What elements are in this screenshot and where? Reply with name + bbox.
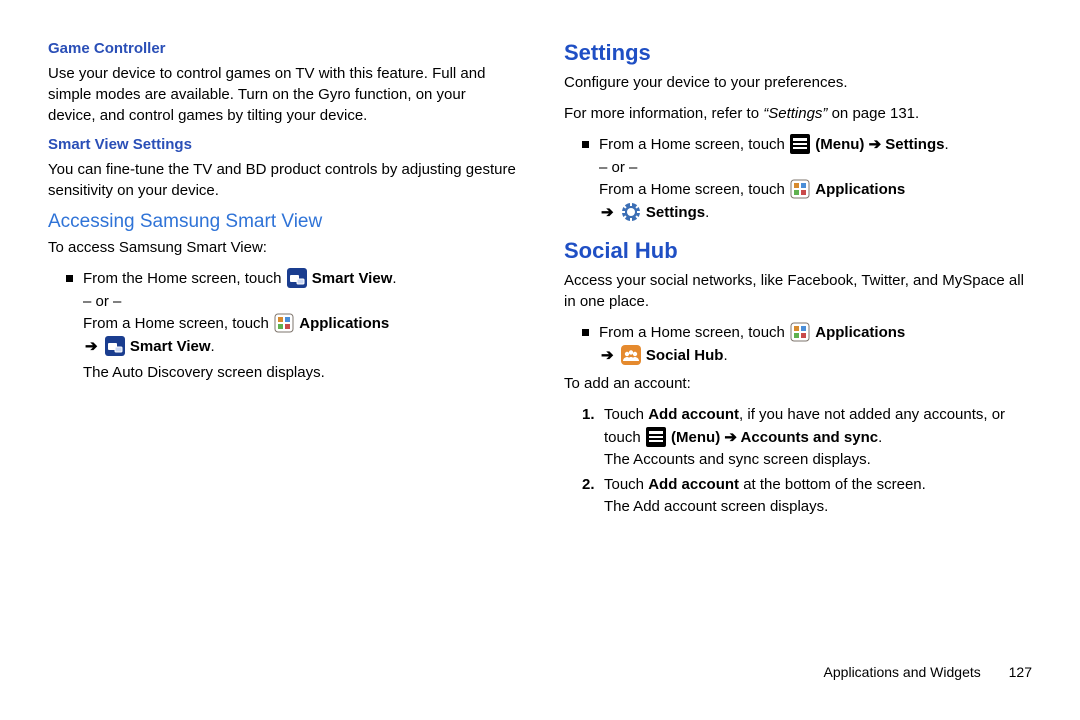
step-2: 2. Touch Add account at the bottom of th… xyxy=(564,474,1032,519)
menu-icon xyxy=(646,427,666,447)
bold-text: Add account xyxy=(648,476,739,493)
bold-text: Applications xyxy=(299,315,389,332)
applications-icon xyxy=(274,313,294,333)
or-text: – or – xyxy=(599,157,949,180)
text-access-intro: To access Samsung Smart View: xyxy=(48,237,516,258)
text-add-intro: To add an account: xyxy=(564,373,1032,394)
text: From a Home screen, touch xyxy=(599,181,789,198)
bullet-smartview-1: From the Home screen, touch Smart View. … xyxy=(48,268,516,385)
text: Touch xyxy=(604,476,648,493)
text-settings-2: For more information, refer to “Settings… xyxy=(564,103,1032,124)
bold-text: Social Hub xyxy=(646,347,724,364)
text: Touch xyxy=(604,406,648,423)
left-column: Game Controller Use your device to contr… xyxy=(48,40,516,680)
italic-text: “Settings” xyxy=(763,105,831,122)
text: on page 131. xyxy=(832,105,920,122)
text-game-controller: Use your device to control games on TV w… xyxy=(48,63,516,126)
text: The Auto Discovery screen displays. xyxy=(83,362,397,385)
text-social-body: Access your social networks, like Facebo… xyxy=(564,270,1032,312)
bold-text: (Menu) ➔ Settings xyxy=(815,136,944,153)
bullet-social-1: From a Home screen, touch Applications S… xyxy=(564,322,1032,367)
applications-icon xyxy=(790,179,810,199)
step-number: 1. xyxy=(582,404,604,472)
heading-smart-view-settings: Smart View Settings xyxy=(48,136,516,153)
arrow-icon xyxy=(599,347,616,364)
page-footer: Applications and Widgets 127 xyxy=(824,664,1032,680)
bold-text: Applications xyxy=(815,181,905,198)
heading-accessing-smart-view: Accessing Samsung Smart View xyxy=(48,211,516,233)
text-smart-view-settings: You can fine-tune the TV and BD product … xyxy=(48,159,516,201)
text: at the bottom of the screen. xyxy=(739,476,926,493)
heading-social-hub: Social Hub xyxy=(564,238,1032,264)
text: From a Home screen, touch xyxy=(83,315,273,332)
arrow-icon xyxy=(599,204,616,221)
text: For more information, refer to xyxy=(564,105,763,122)
arrow-icon xyxy=(83,338,100,355)
social-hub-icon xyxy=(621,345,641,365)
text: The Add account screen displays. xyxy=(604,496,926,519)
heading-game-controller: Game Controller xyxy=(48,40,516,57)
footer-page-number: 127 xyxy=(1009,664,1032,680)
right-column: Settings Configure your device to your p… xyxy=(564,40,1032,680)
smartview-icon xyxy=(287,268,307,288)
text: From a Home screen, touch xyxy=(599,324,789,341)
menu-icon xyxy=(790,134,810,154)
bold-text: (Menu) ➔ Accounts and sync xyxy=(671,429,878,446)
bold-text: Applications xyxy=(815,324,905,341)
step-number: 2. xyxy=(582,474,604,519)
bold-text: Smart View xyxy=(130,338,211,355)
applications-icon xyxy=(790,322,810,342)
settings-gear-icon xyxy=(621,202,641,222)
or-text: – or – xyxy=(83,291,397,314)
bold-text: Settings xyxy=(646,204,705,221)
text: The Accounts and sync screen displays. xyxy=(604,449,1032,472)
bold-text: Smart View xyxy=(312,270,393,287)
text: From a Home screen, touch xyxy=(599,136,789,153)
text-settings-1: Configure your device to your preference… xyxy=(564,72,1032,93)
bold-text: Add account xyxy=(648,406,739,423)
step-1: 1. Touch Add account, if you have not ad… xyxy=(564,404,1032,472)
text: From the Home screen, touch xyxy=(83,270,286,287)
smartview-icon xyxy=(105,336,125,356)
heading-settings: Settings xyxy=(564,40,1032,66)
footer-section: Applications and Widgets xyxy=(824,664,981,680)
bullet-settings-1: From a Home screen, touch (Menu) ➔ Setti… xyxy=(564,134,1032,224)
